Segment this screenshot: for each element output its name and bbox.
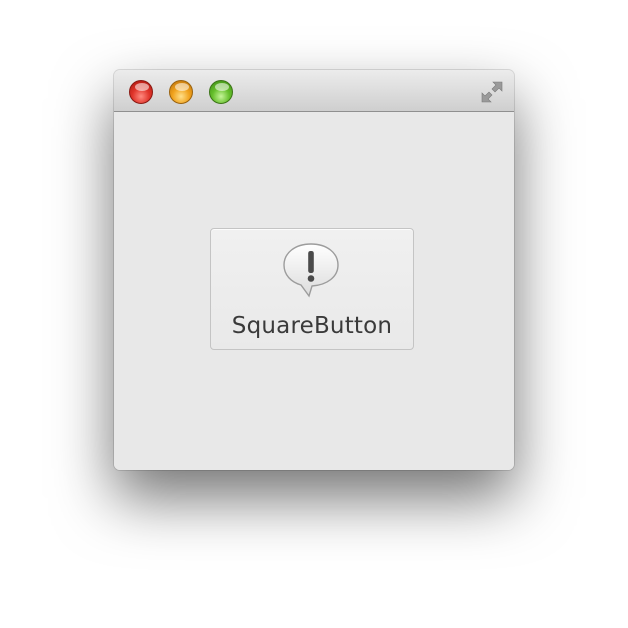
- zoom-button[interactable]: [209, 80, 233, 104]
- title-bar[interactable]: [114, 70, 514, 112]
- close-button[interactable]: [129, 80, 153, 104]
- window-content: SquareButton: [114, 112, 514, 470]
- square-button-label: SquareButton: [231, 313, 393, 339]
- square-button[interactable]: SquareButton: [210, 228, 414, 350]
- fullscreen-icon[interactable]: [478, 78, 506, 106]
- exclamation-speech-bubble-icon: [283, 243, 339, 298]
- app-window: SquareButton: [114, 70, 514, 470]
- stage: SquareButton: [0, 0, 628, 628]
- minimize-button[interactable]: [169, 80, 193, 104]
